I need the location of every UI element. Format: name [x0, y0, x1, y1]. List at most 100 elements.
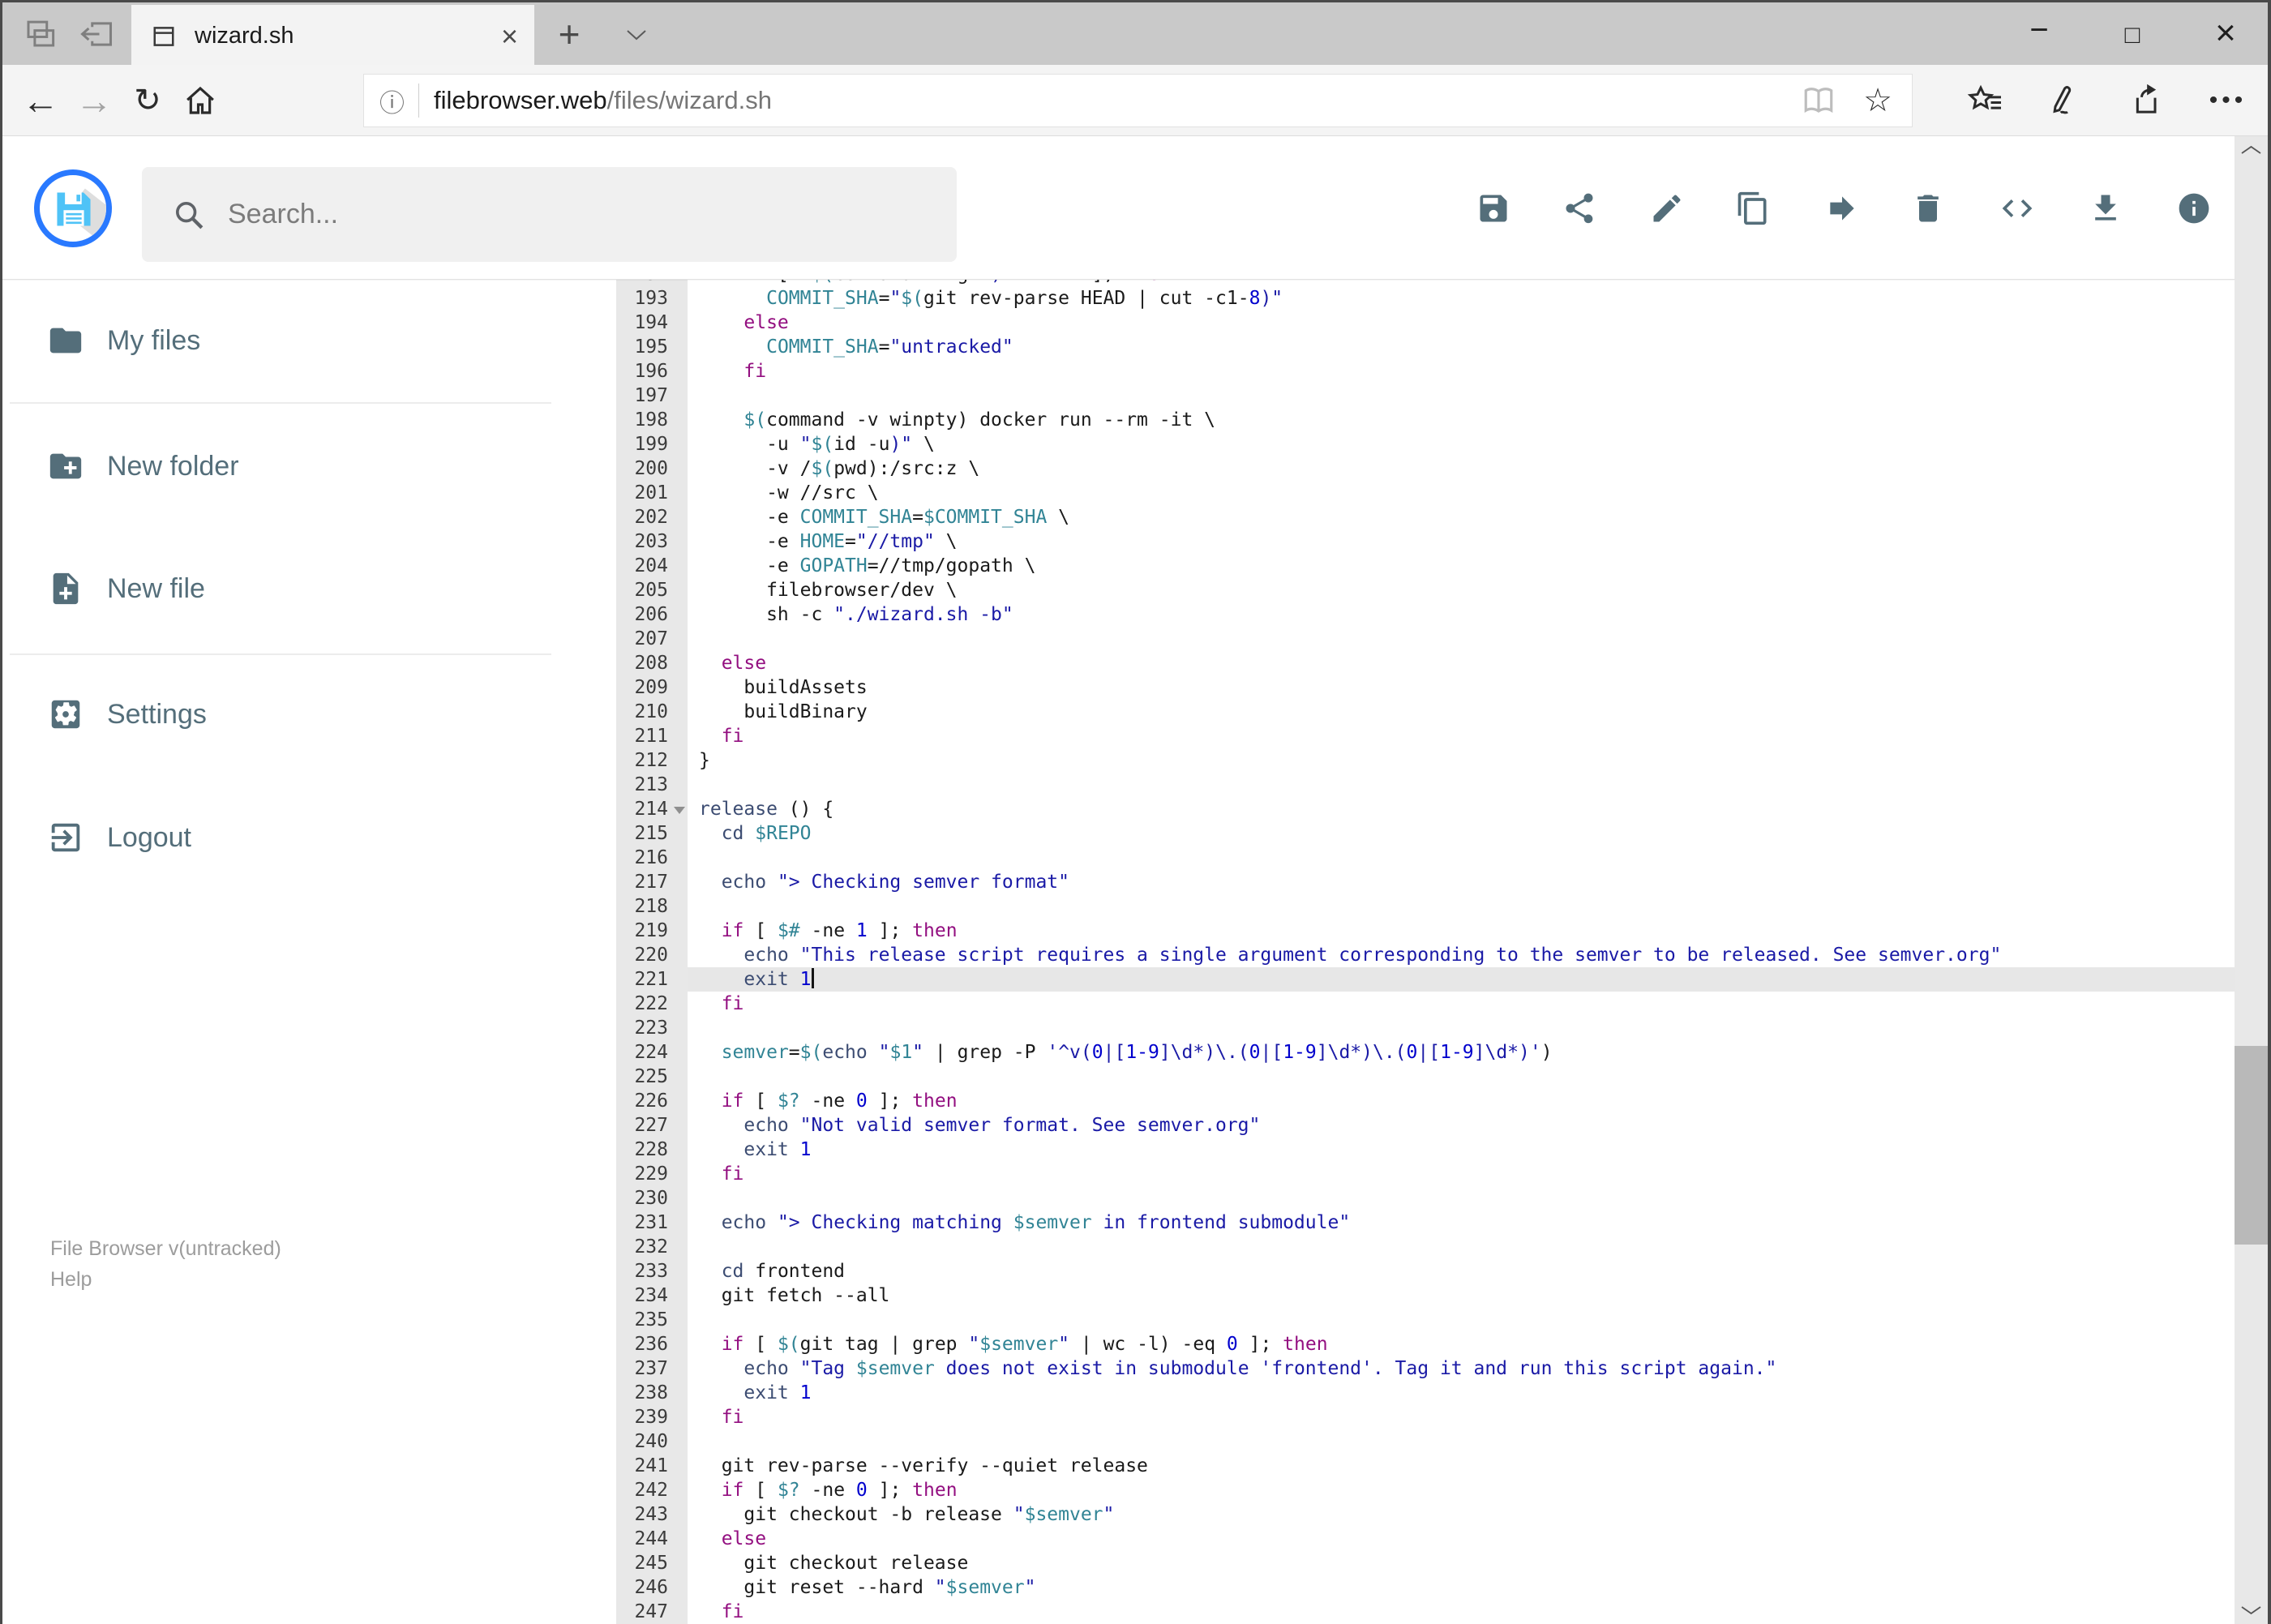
move-button[interactable] [1824, 191, 1860, 226]
back-button[interactable]: ← [14, 65, 67, 136]
code-text[interactable]: if [ $? -ne 0 ]; then [688, 1478, 2235, 1502]
code-text[interactable]: echo "Tag $semver does not exist in subm… [688, 1356, 2235, 1381]
code-text[interactable]: -e COMMIT_SHA=$COMMIT_SHA \ [688, 505, 2235, 529]
share-button[interactable] [1562, 191, 1597, 226]
code-text[interactable]: } [688, 748, 2235, 773]
code-text[interactable]: cd frontend [688, 1259, 2235, 1283]
code-text[interactable] [688, 1186, 2235, 1211]
code-text[interactable]: else [688, 311, 2235, 335]
code-text[interactable]: fi [688, 1405, 2235, 1429]
scroll-up-icon[interactable] [2240, 144, 2262, 156]
code-text[interactable] [688, 1065, 2235, 1089]
search-bar[interactable] [142, 167, 957, 262]
address-bar[interactable]: ⓘ filebrowser.web/files/wizard.sh ☆ [363, 74, 1913, 127]
code-text[interactable]: fi [688, 992, 2235, 1016]
browser-tab[interactable]: wizard.sh × [131, 5, 534, 67]
filebrowser-logo[interactable] [34, 169, 112, 247]
code-text[interactable] [688, 1235, 2235, 1259]
set-aside-tabs-icon[interactable] [78, 17, 115, 51]
code-text[interactable]: if [ $? -ne 0 ]; then [688, 1089, 2235, 1113]
sidebar-item-my-files[interactable]: My files [0, 312, 600, 369]
code-text[interactable]: else [688, 651, 2235, 675]
code-text[interactable]: buildAssets [688, 675, 2235, 700]
code-text[interactable]: -w //src \ [688, 481, 2235, 505]
code-text[interactable]: filebrowser/dev \ [688, 578, 2235, 602]
code-text[interactable] [688, 846, 2235, 870]
code-text[interactable]: semver=$(echo "$1" | grep -P '^v(0|[1-9]… [688, 1040, 2235, 1065]
code-text[interactable]: COMMIT_SHA="$(git rev-parse HEAD | cut -… [688, 286, 2235, 311]
code-text[interactable]: release () { [688, 797, 2235, 821]
code-text[interactable]: exit 1 [688, 1381, 2235, 1405]
code-text[interactable]: cd $REPO [688, 821, 2235, 846]
code-text[interactable]: COMMIT_SHA="untracked" [688, 335, 2235, 359]
page-scrollbar[interactable] [2235, 136, 2268, 1624]
scroll-down-icon[interactable] [2240, 1605, 2262, 1616]
settings-more-icon[interactable]: ••• [2200, 65, 2256, 136]
code-text[interactable]: if [ "$(command -v git)" != "" ]; then [688, 280, 2235, 286]
tab-close-icon[interactable]: × [501, 21, 518, 51]
code-text[interactable] [688, 1016, 2235, 1040]
copy-button[interactable] [1735, 191, 1771, 226]
fold-arrow-icon[interactable] [674, 807, 685, 814]
code-text[interactable]: -e HOME="//tmp" \ [688, 529, 2235, 554]
code-text[interactable] [688, 384, 2235, 408]
forward-button[interactable]: → [67, 65, 121, 136]
code-text[interactable]: git checkout -b release "$semver" [688, 1502, 2235, 1527]
code-text[interactable]: fi [688, 1600, 2235, 1624]
code-text[interactable]: else [688, 1527, 2235, 1551]
code-text[interactable]: git checkout release [688, 1551, 2235, 1575]
reading-view-icon[interactable] [1802, 86, 1836, 115]
code-text[interactable]: git fetch --all [688, 1283, 2235, 1308]
code-text[interactable]: git rev-parse --verify --quiet release [688, 1454, 2235, 1478]
code-text[interactable]: echo "> Checking matching $semver in fro… [688, 1211, 2235, 1235]
code-text[interactable] [688, 773, 2235, 797]
refresh-button[interactable]: ↻ [121, 65, 174, 136]
site-info-icon[interactable]: ⓘ [364, 83, 418, 119]
hub-favorites-icon[interactable] [1956, 65, 2013, 136]
download-button[interactable] [2088, 191, 2123, 226]
code-text[interactable]: echo "> Checking semver format" [688, 870, 2235, 894]
share-icon[interactable] [2119, 65, 2175, 136]
code-text[interactable] [688, 627, 2235, 651]
code-text[interactable]: echo "Not valid semver format. See semve… [688, 1113, 2235, 1138]
code-text[interactable]: fi [688, 724, 2235, 748]
code-text[interactable]: fi [688, 1162, 2235, 1186]
code-text[interactable]: buildBinary [688, 700, 2235, 724]
code-text[interactable] [688, 894, 2235, 919]
code-text[interactable] [688, 1308, 2235, 1332]
code-text[interactable]: -e GOPATH=//tmp/gopath \ [688, 554, 2235, 578]
code-text[interactable]: exit 1 [688, 1138, 2235, 1162]
window-minimize-button[interactable]: − [2012, 4, 2066, 66]
tab-preview-icon[interactable] [23, 17, 57, 51]
code-text[interactable]: fi [688, 359, 2235, 384]
help-link[interactable]: Help [50, 1264, 281, 1295]
code-text[interactable]: -v /$(pwd):/src:z \ [688, 456, 2235, 481]
code-text[interactable]: -u "$(id -u)" \ [688, 432, 2235, 456]
search-input[interactable] [228, 199, 893, 230]
info-button[interactable] [2176, 191, 2212, 226]
new-tab-button[interactable]: + [548, 14, 590, 56]
save-button[interactable] [1476, 191, 1511, 226]
window-maximize-button[interactable]: □ [2106, 4, 2159, 66]
edit-button[interactable] [1649, 191, 1685, 226]
delete-button[interactable] [1910, 191, 1946, 226]
code-text[interactable]: git reset --hard "$semver" [688, 1575, 2235, 1600]
code-text[interactable]: sh -c "./wizard.sh -b" [688, 602, 2235, 627]
code-editor[interactable]: 192 if [ "$(command -v git)" != "" ]; th… [616, 280, 2235, 1624]
scrollbar-thumb[interactable] [2235, 1046, 2268, 1245]
add-favorite-star-icon[interactable]: ☆ [1863, 82, 1892, 119]
tab-list-chevron-icon[interactable] [626, 28, 647, 41]
code-text[interactable]: exit 1 [688, 967, 2235, 992]
code-text[interactable]: $(command -v winpty) docker run --rm -it… [688, 408, 2235, 432]
code-text[interactable]: if [ $(git tag | grep "$semver" | wc -l)… [688, 1332, 2235, 1356]
sidebar-item-settings[interactable]: Settings [0, 686, 600, 743]
code-text[interactable]: if [ $# -ne 1 ]; then [688, 919, 2235, 943]
sidebar-item-new-file[interactable]: New file [0, 560, 600, 617]
home-button[interactable] [174, 65, 227, 136]
annotate-pen-icon[interactable] [2035, 65, 2092, 136]
sidebar-item-new-folder[interactable]: New folder [0, 438, 600, 495]
window-close-button[interactable]: × [2199, 4, 2252, 66]
code-button[interactable] [1999, 191, 2035, 226]
code-text[interactable]: echo "This release script requires a sin… [688, 943, 2235, 967]
sidebar-item-logout[interactable]: Logout [0, 809, 600, 866]
